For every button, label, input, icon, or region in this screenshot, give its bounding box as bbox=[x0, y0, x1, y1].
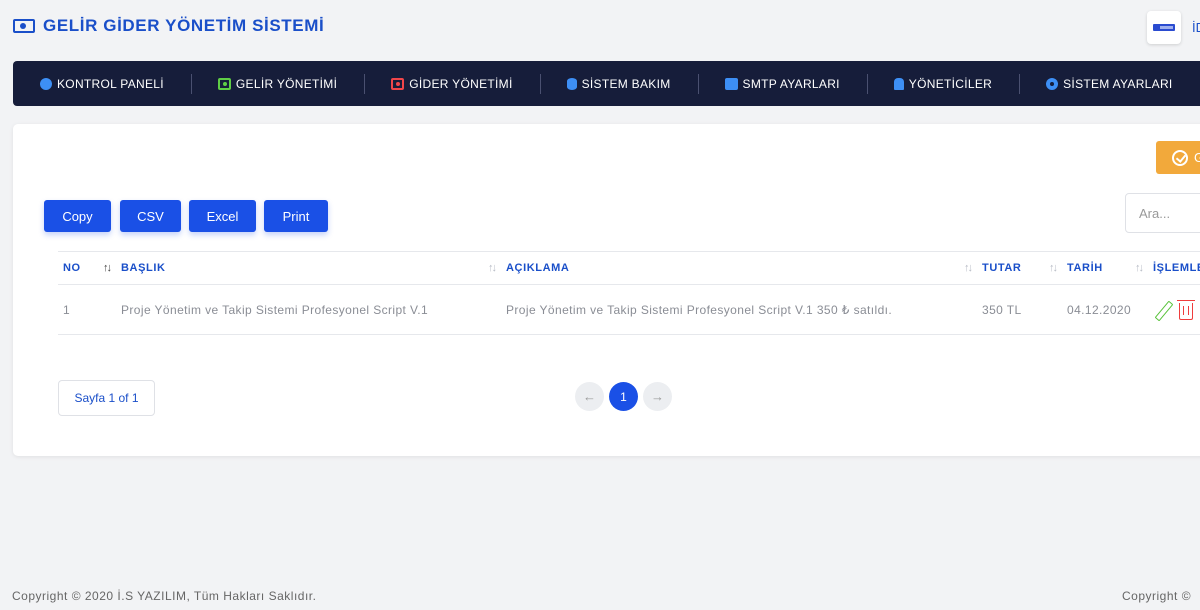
records-table: NO ↑↓ BAŞLIK ↑↓ AÇIKLAMA ↑↓ TUTAR ↑↓ TAR… bbox=[58, 251, 1200, 335]
company-logo-icon bbox=[1153, 24, 1175, 31]
top-bar: GELİR GİDER YÖNETİM SİSTEMİ İD bbox=[0, 0, 1200, 55]
nav-divider bbox=[190, 73, 192, 94]
cell-date: 04.12.2020 bbox=[1062, 284, 1148, 335]
sort-icon: ↑↓ bbox=[1135, 262, 1144, 274]
nav-divider bbox=[364, 73, 366, 94]
cell-title: Proje Yönetim ve Takip Sistemi Profesyon… bbox=[116, 284, 501, 335]
avatar[interactable] bbox=[1147, 11, 1181, 44]
dollar-circle-icon bbox=[40, 77, 52, 90]
app-title: GELİR GİDER YÖNETİM SİSTEMİ bbox=[43, 16, 325, 35]
prev-page-button[interactable]: ← bbox=[575, 382, 604, 411]
nav-item-label: SMTP AYARLARI bbox=[742, 76, 840, 91]
user-name[interactable]: İD bbox=[1192, 20, 1200, 35]
cell-actions bbox=[1148, 284, 1200, 335]
next-page-button[interactable]: → bbox=[643, 382, 672, 411]
gear-icon bbox=[1046, 77, 1059, 90]
column-header-no[interactable]: NO ↑↓ bbox=[58, 251, 116, 285]
nav-item-label: SİSTEM AYARLARI bbox=[1063, 76, 1173, 91]
nav-divider bbox=[1019, 73, 1021, 94]
money-bill-red-icon bbox=[391, 77, 405, 90]
page-info: Sayfa 1 of 1 bbox=[58, 380, 155, 416]
pagination: ← 1 → bbox=[575, 382, 672, 411]
column-header-islemler[interactable]: İŞLEMLER bbox=[1148, 251, 1200, 285]
nav-item-kontrol-paneli[interactable]: KONTROL PANELİ bbox=[40, 77, 164, 91]
nav-item-gider-yonetimi[interactable]: GİDER YÖNETİMİ bbox=[391, 77, 512, 91]
add-record-label: G bbox=[1194, 150, 1200, 165]
sort-icon: ↑↓ bbox=[488, 262, 497, 274]
mail-icon bbox=[724, 77, 738, 90]
nav-item-label: YÖNETİCİLER bbox=[908, 76, 993, 91]
money-bill-icon bbox=[13, 19, 35, 33]
page-button-1[interactable]: 1 bbox=[609, 382, 638, 411]
excel-button[interactable]: Excel bbox=[189, 200, 256, 232]
nav-item-sistem-bakim[interactable]: SİSTEM BAKIM bbox=[566, 76, 671, 91]
table-header-row: NO ↑↓ BAŞLIK ↑↓ AÇIKLAMA ↑↓ TUTAR ↑↓ TAR… bbox=[58, 251, 1200, 285]
nav-item-label: SİSTEM BAKIM bbox=[581, 76, 671, 91]
check-circle-icon bbox=[1172, 149, 1188, 166]
nav-item-label: GİDER YÖNETİMİ bbox=[409, 76, 513, 91]
nav-item-gelir-yonetimi[interactable]: GELİR YÖNETİMİ bbox=[217, 76, 338, 91]
copy-button[interactable]: Copy bbox=[44, 200, 111, 232]
nav-divider bbox=[697, 73, 699, 94]
nav-item-sistem-ayarlari[interactable]: SİSTEM AYARLARI bbox=[1046, 77, 1172, 91]
nav-divider bbox=[866, 73, 868, 94]
sort-asc-icon: ↑↓ bbox=[103, 262, 112, 274]
user-icon bbox=[893, 77, 904, 90]
column-header-tutar[interactable]: TUTAR ↑↓ bbox=[977, 251, 1062, 285]
money-bill-green-icon bbox=[217, 77, 231, 90]
app-brand[interactable]: GELİR GİDER YÖNETİM SİSTEMİ bbox=[13, 16, 324, 36]
footer-copyright-right: Copyright © bbox=[1122, 589, 1192, 603]
csv-button[interactable]: CSV bbox=[120, 200, 181, 232]
footer-copyright: Copyright © 2020 İ.S YAZILIM, Tüm Haklar… bbox=[12, 589, 317, 603]
nav-item-smtp-ayarlari[interactable]: SMTP AYARLARI bbox=[724, 76, 840, 91]
nav-item-yoneticiler[interactable]: YÖNETİCİLER bbox=[893, 76, 993, 91]
cell-amount: 350 TL bbox=[977, 284, 1062, 335]
content-card: G Copy CSV Excel Print NO ↑↓ BAŞLIK ↑↓ bbox=[13, 124, 1200, 456]
edit-pencil-icon[interactable] bbox=[1153, 300, 1173, 320]
database-icon bbox=[566, 77, 577, 90]
cell-no: 1 bbox=[58, 284, 116, 335]
search-input[interactable] bbox=[1125, 193, 1200, 233]
nav-divider bbox=[539, 73, 541, 94]
column-header-baslik[interactable]: BAŞLIK ↑↓ bbox=[116, 251, 501, 285]
table-row: 1 Proje Yönetim ve Takip Sistemi Profesy… bbox=[58, 284, 1200, 335]
column-header-aciklama[interactable]: AÇIKLAMA ↑↓ bbox=[501, 251, 977, 285]
nav-item-label: KONTROL PANELİ bbox=[57, 76, 164, 91]
cell-description: Proje Yönetim ve Takip Sistemi Profesyon… bbox=[501, 284, 977, 335]
sort-icon: ↑↓ bbox=[1049, 262, 1058, 274]
delete-trash-icon[interactable] bbox=[1177, 299, 1195, 320]
column-header-tarih[interactable]: TARİH ↑↓ bbox=[1062, 251, 1148, 285]
sort-icon: ↑↓ bbox=[964, 262, 973, 274]
print-button[interactable]: Print bbox=[264, 200, 328, 232]
main-nav: KONTROL PANELİ GELİR YÖNETİMİ GİDER YÖNE… bbox=[13, 61, 1200, 106]
add-record-button[interactable]: G bbox=[1156, 141, 1200, 174]
nav-item-label: GELİR YÖNETİMİ bbox=[235, 76, 338, 91]
